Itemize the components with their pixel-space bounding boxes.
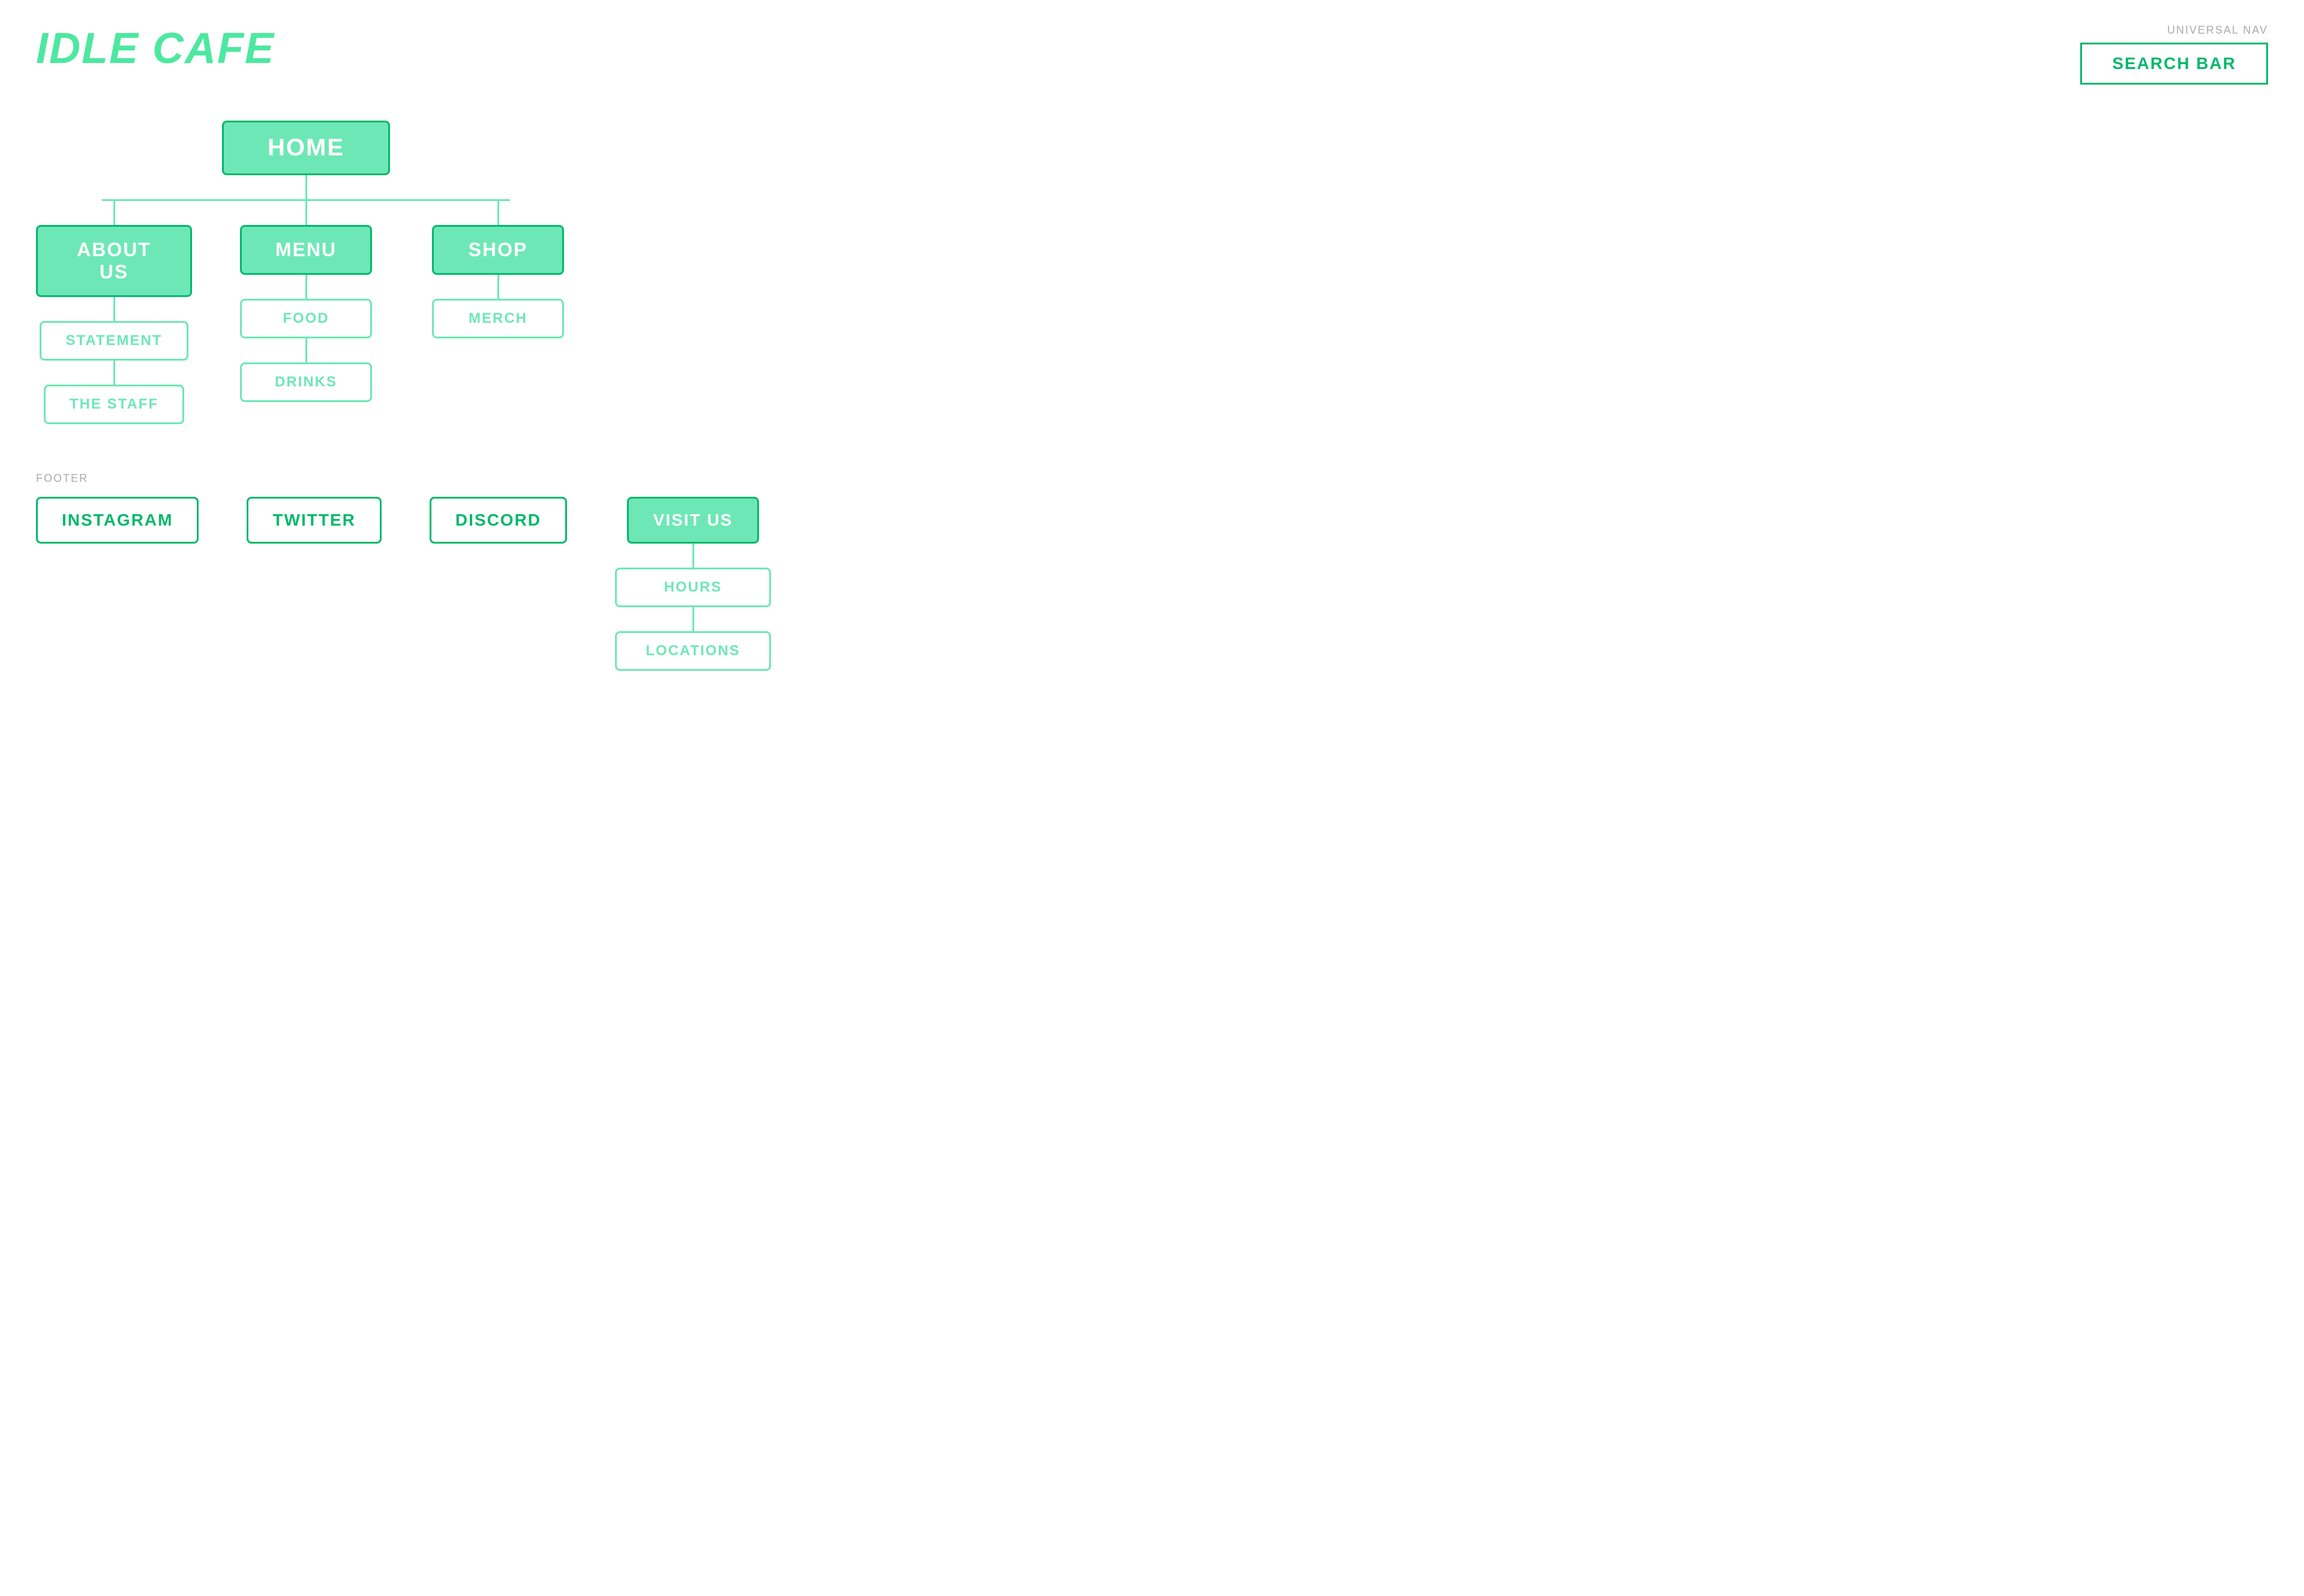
food-to-drinks-connector <box>305 338 307 362</box>
twitter-button[interactable]: TWITTER <box>247 497 381 544</box>
footer-items-row: INSTAGRAM TWITTER DISCORD VISIT US HOURS… <box>36 497 2268 671</box>
about-us-v-connector <box>113 201 115 225</box>
footer-label: FOOTER <box>36 472 2268 485</box>
home-to-level2-connector <box>305 175 307 199</box>
footer-section: FOOTER INSTAGRAM TWITTER DISCORD VISIT U… <box>36 472 2268 671</box>
home-node[interactable]: HOME <box>222 121 390 175</box>
logo: IDLE CAFE <box>36 24 275 73</box>
about-us-node[interactable]: ABOUT US <box>36 225 192 297</box>
menu-to-children-connector <box>305 275 307 299</box>
shop-v-connector <box>497 201 499 225</box>
hours-node[interactable]: HOURS <box>615 568 771 607</box>
food-node[interactable]: FOOD <box>240 299 372 338</box>
header: IDLE CAFE UNIVERSAL NAV SEARCH BAR <box>36 24 2268 85</box>
discord-button[interactable]: DISCORD <box>430 497 567 544</box>
merch-node[interactable]: MERCH <box>432 299 564 338</box>
instagram-button[interactable]: INSTAGRAM <box>36 497 199 544</box>
nav-area: UNIVERSAL NAV SEARCH BAR <box>2080 24 2268 85</box>
the-staff-node[interactable]: THE STAFF <box>44 385 184 424</box>
visit-us-column: VISIT US HOURS LOCATIONS <box>615 497 771 671</box>
universal-nav-label: UNIVERSAL NAV <box>2080 24 2268 37</box>
menu-v-connector <box>305 201 307 225</box>
about-us-to-children-connector <box>113 297 115 321</box>
shop-column: SHOP MERCH <box>420 201 576 424</box>
drinks-node[interactable]: DRINKS <box>240 362 372 402</box>
level2-row: ABOUT US STATEMENT THE STAFF MENU FOOD D… <box>36 201 576 424</box>
menu-node[interactable]: MENU <box>240 225 372 275</box>
search-bar-button[interactable]: SEARCH BAR <box>2080 43 2268 85</box>
visit-us-node[interactable]: VISIT US <box>627 497 759 544</box>
visit-us-to-hours-connector <box>692 544 694 568</box>
sitemap: HOME ABOUT US STATEMENT THE STAFF MENU F… <box>36 121 576 424</box>
shop-to-children-connector <box>497 275 499 299</box>
about-us-column: ABOUT US STATEMENT THE STAFF <box>36 201 192 424</box>
menu-column: MENU FOOD DRINKS <box>228 201 384 424</box>
shop-node[interactable]: SHOP <box>432 225 564 275</box>
hours-to-locations-connector <box>692 607 694 631</box>
statement-node[interactable]: STATEMENT <box>40 321 188 361</box>
locations-node[interactable]: LOCATIONS <box>615 631 771 671</box>
home-row: HOME <box>222 121 390 175</box>
statement-to-staff-connector <box>113 361 115 385</box>
